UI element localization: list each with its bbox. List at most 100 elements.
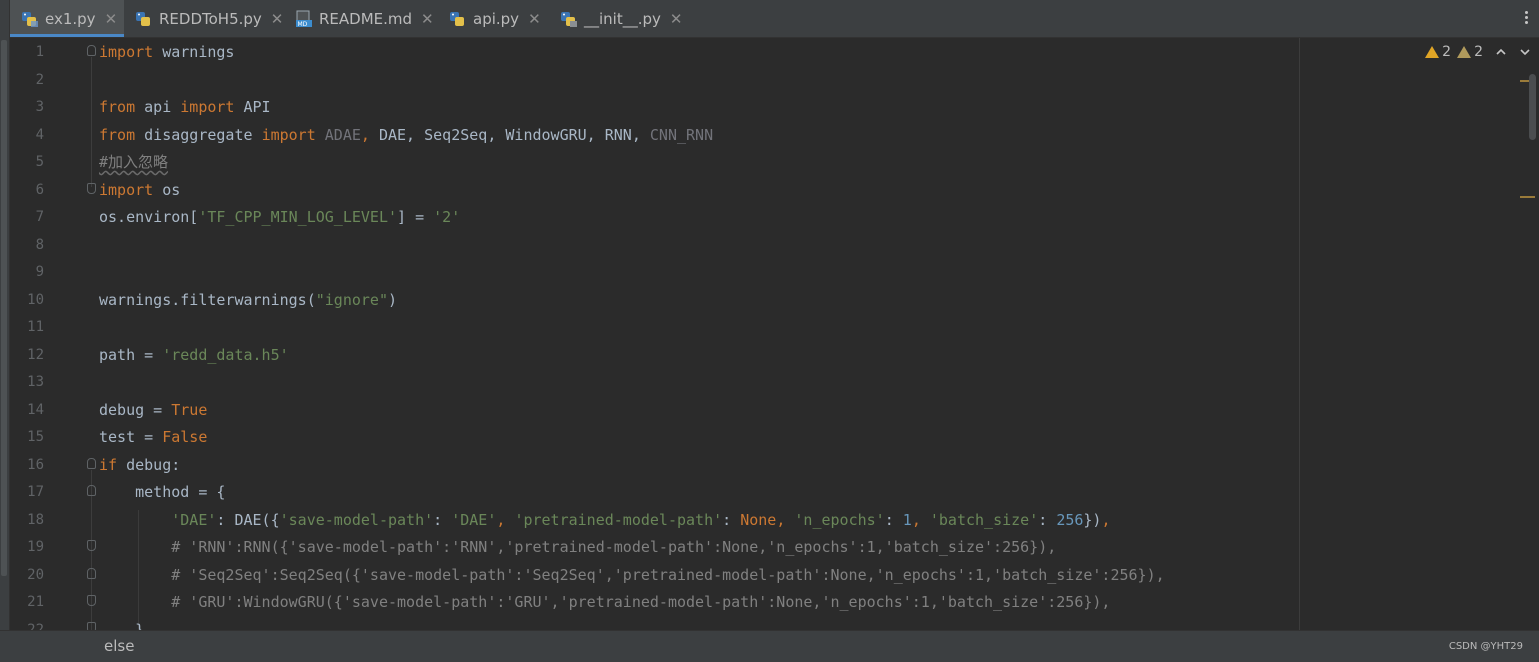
weak-warning-icon <box>1457 46 1472 58</box>
line-number: 8 <box>35 237 44 253</box>
chevron-up-icon[interactable] <box>1495 46 1507 58</box>
vertical-scrollbar-thumb[interactable] <box>1529 74 1536 140</box>
line-number: 14 <box>27 402 44 418</box>
keyword: False <box>162 428 208 446</box>
tab-actions-menu-icon[interactable] <box>1523 9 1529 29</box>
code-line-6: import os <box>99 181 180 199</box>
weak-warning-count-value: 2 <box>1474 44 1483 60</box>
fold-marker-icon[interactable] <box>87 595 96 606</box>
code-line-20: # 'Seq2Seq':Seq2Seq({'save-model-path':'… <box>99 566 1164 584</box>
close-icon[interactable]: ✕ <box>271 10 284 28</box>
inspection-widget[interactable]: 2 2 <box>1425 44 1531 60</box>
tab-init[interactable]: __init__.py ✕ <box>549 0 685 37</box>
comment: #加入忽略 <box>99 153 169 171</box>
identifier: path = <box>99 346 163 364</box>
tab-reddtoh5[interactable]: REDDToH5.py ✕ <box>124 0 284 37</box>
identifier: : <box>884 511 903 529</box>
line-number: 19 <box>27 539 44 555</box>
line-number: 2 <box>35 72 44 88</box>
fold-marker-icon[interactable] <box>87 45 96 56</box>
string: '2' <box>433 208 461 226</box>
code-line-18: 'DAE': DAE({'save-model-path': 'DAE', 'p… <box>99 511 1110 529</box>
code-line-1: import warnings <box>99 43 234 61</box>
identifier: debug: <box>117 456 181 474</box>
tab-label: api.py <box>473 9 520 28</box>
weak-warning-count[interactable]: 2 <box>1457 44 1483 60</box>
identifier: }) <box>1083 511 1102 529</box>
identifier: debug = <box>99 401 172 419</box>
fold-guide <box>91 57 92 187</box>
keyword: import <box>180 98 235 116</box>
python-file-icon <box>22 11 38 27</box>
chevron-down-icon[interactable] <box>1519 46 1531 58</box>
markdown-file-icon: MD <box>296 10 312 28</box>
svg-text:MD: MD <box>298 21 308 28</box>
close-icon[interactable]: ✕ <box>105 10 118 28</box>
scrollbar-warning-mark[interactable] <box>1520 196 1535 198</box>
identifier: os <box>153 181 181 199</box>
identifier: : DAE({ <box>216 511 280 529</box>
punctuation: , <box>496 511 515 529</box>
identifier: api <box>135 98 181 116</box>
identifier: API <box>234 98 271 116</box>
code-line-12: path = 'redd_data.h5' <box>99 346 289 364</box>
identifier: os.environ[ <box>99 208 199 226</box>
fold-marker-icon[interactable] <box>87 458 96 469</box>
keyword: import <box>99 43 154 61</box>
tab-label: ex1.py <box>45 9 96 28</box>
line-number: 11 <box>27 319 44 335</box>
fold-marker-icon[interactable] <box>87 183 96 194</box>
fold-marker-icon[interactable] <box>87 568 96 579</box>
identifier: warnings <box>153 43 235 61</box>
close-icon[interactable]: ✕ <box>670 10 683 28</box>
code-line-4: from disaggregate import ADAE, DAE, Seq2… <box>99 126 713 144</box>
code-line-17: method = { <box>99 483 225 501</box>
watermark-credit: CSDN @YHT29 <box>1448 641 1523 652</box>
code-line-19: # 'RNN':RNN({'save-model-path':'RNN','pr… <box>99 538 1056 556</box>
comment: # 'RNN':RNN({'save-model-path':'RNN','pr… <box>99 538 1057 556</box>
tab-ex1[interactable]: ex1.py ✕ <box>10 0 124 37</box>
code-line-15: test = False <box>99 428 207 446</box>
line-number: 18 <box>27 512 44 528</box>
code-line-16: if debug: <box>99 456 180 474</box>
keyword: import <box>99 181 154 199</box>
tab-label: README.md <box>319 9 413 28</box>
keyword: from <box>99 126 136 144</box>
tab-readme[interactable]: MD README.md ✕ <box>284 0 438 37</box>
line-number: 13 <box>27 374 44 390</box>
identifier: warnings.filterwarnings( <box>99 291 316 309</box>
line-number: 7 <box>35 209 44 225</box>
line-number: 6 <box>35 182 44 198</box>
identifier: : <box>1038 511 1057 529</box>
line-number: 4 <box>35 127 44 143</box>
fold-marker-icon[interactable] <box>87 540 96 551</box>
line-number: 1 <box>35 44 44 60</box>
identifier: DAE, Seq2Seq, WindowGRU, RNN, <box>369 126 641 144</box>
identifier: ] = <box>397 208 434 226</box>
string: 'TF_CPP_MIN_LOG_LEVEL' <box>198 208 398 226</box>
code-editor[interactable]: 1 2 3 4 5 6 7 8 9 10 11 12 13 14 15 16 1… <box>10 38 1539 639</box>
string: 'batch_size' <box>929 511 1039 529</box>
number: 256 <box>1056 511 1084 529</box>
string: 'n_epochs' <box>794 511 885 529</box>
code-line-3: from api import API <box>99 98 271 116</box>
comment: # 'GRU':WindowGRU({'save-model-path':'GR… <box>99 593 1111 611</box>
fold-marker-icon[interactable] <box>87 485 96 496</box>
python-file-icon <box>136 11 150 26</box>
string: 'pretrained-model-path' <box>514 511 723 529</box>
warning-count[interactable]: 2 <box>1425 44 1451 60</box>
unused-import: ADAE <box>315 126 361 144</box>
close-icon[interactable]: ✕ <box>421 10 434 28</box>
line-number: 20 <box>27 567 44 583</box>
keyword: True <box>171 401 208 419</box>
tab-api[interactable]: api.py ✕ <box>438 0 549 37</box>
identifier: ) <box>388 291 398 309</box>
identifier: disaggregate <box>135 126 262 144</box>
breadcrumb[interactable]: else <box>104 637 134 655</box>
code-line-5: #加入忽略 <box>99 153 168 171</box>
close-icon[interactable]: ✕ <box>528 10 541 28</box>
warning-count-value: 2 <box>1442 44 1452 60</box>
keyword: from <box>99 98 136 116</box>
left-strip-marker <box>1 40 7 576</box>
